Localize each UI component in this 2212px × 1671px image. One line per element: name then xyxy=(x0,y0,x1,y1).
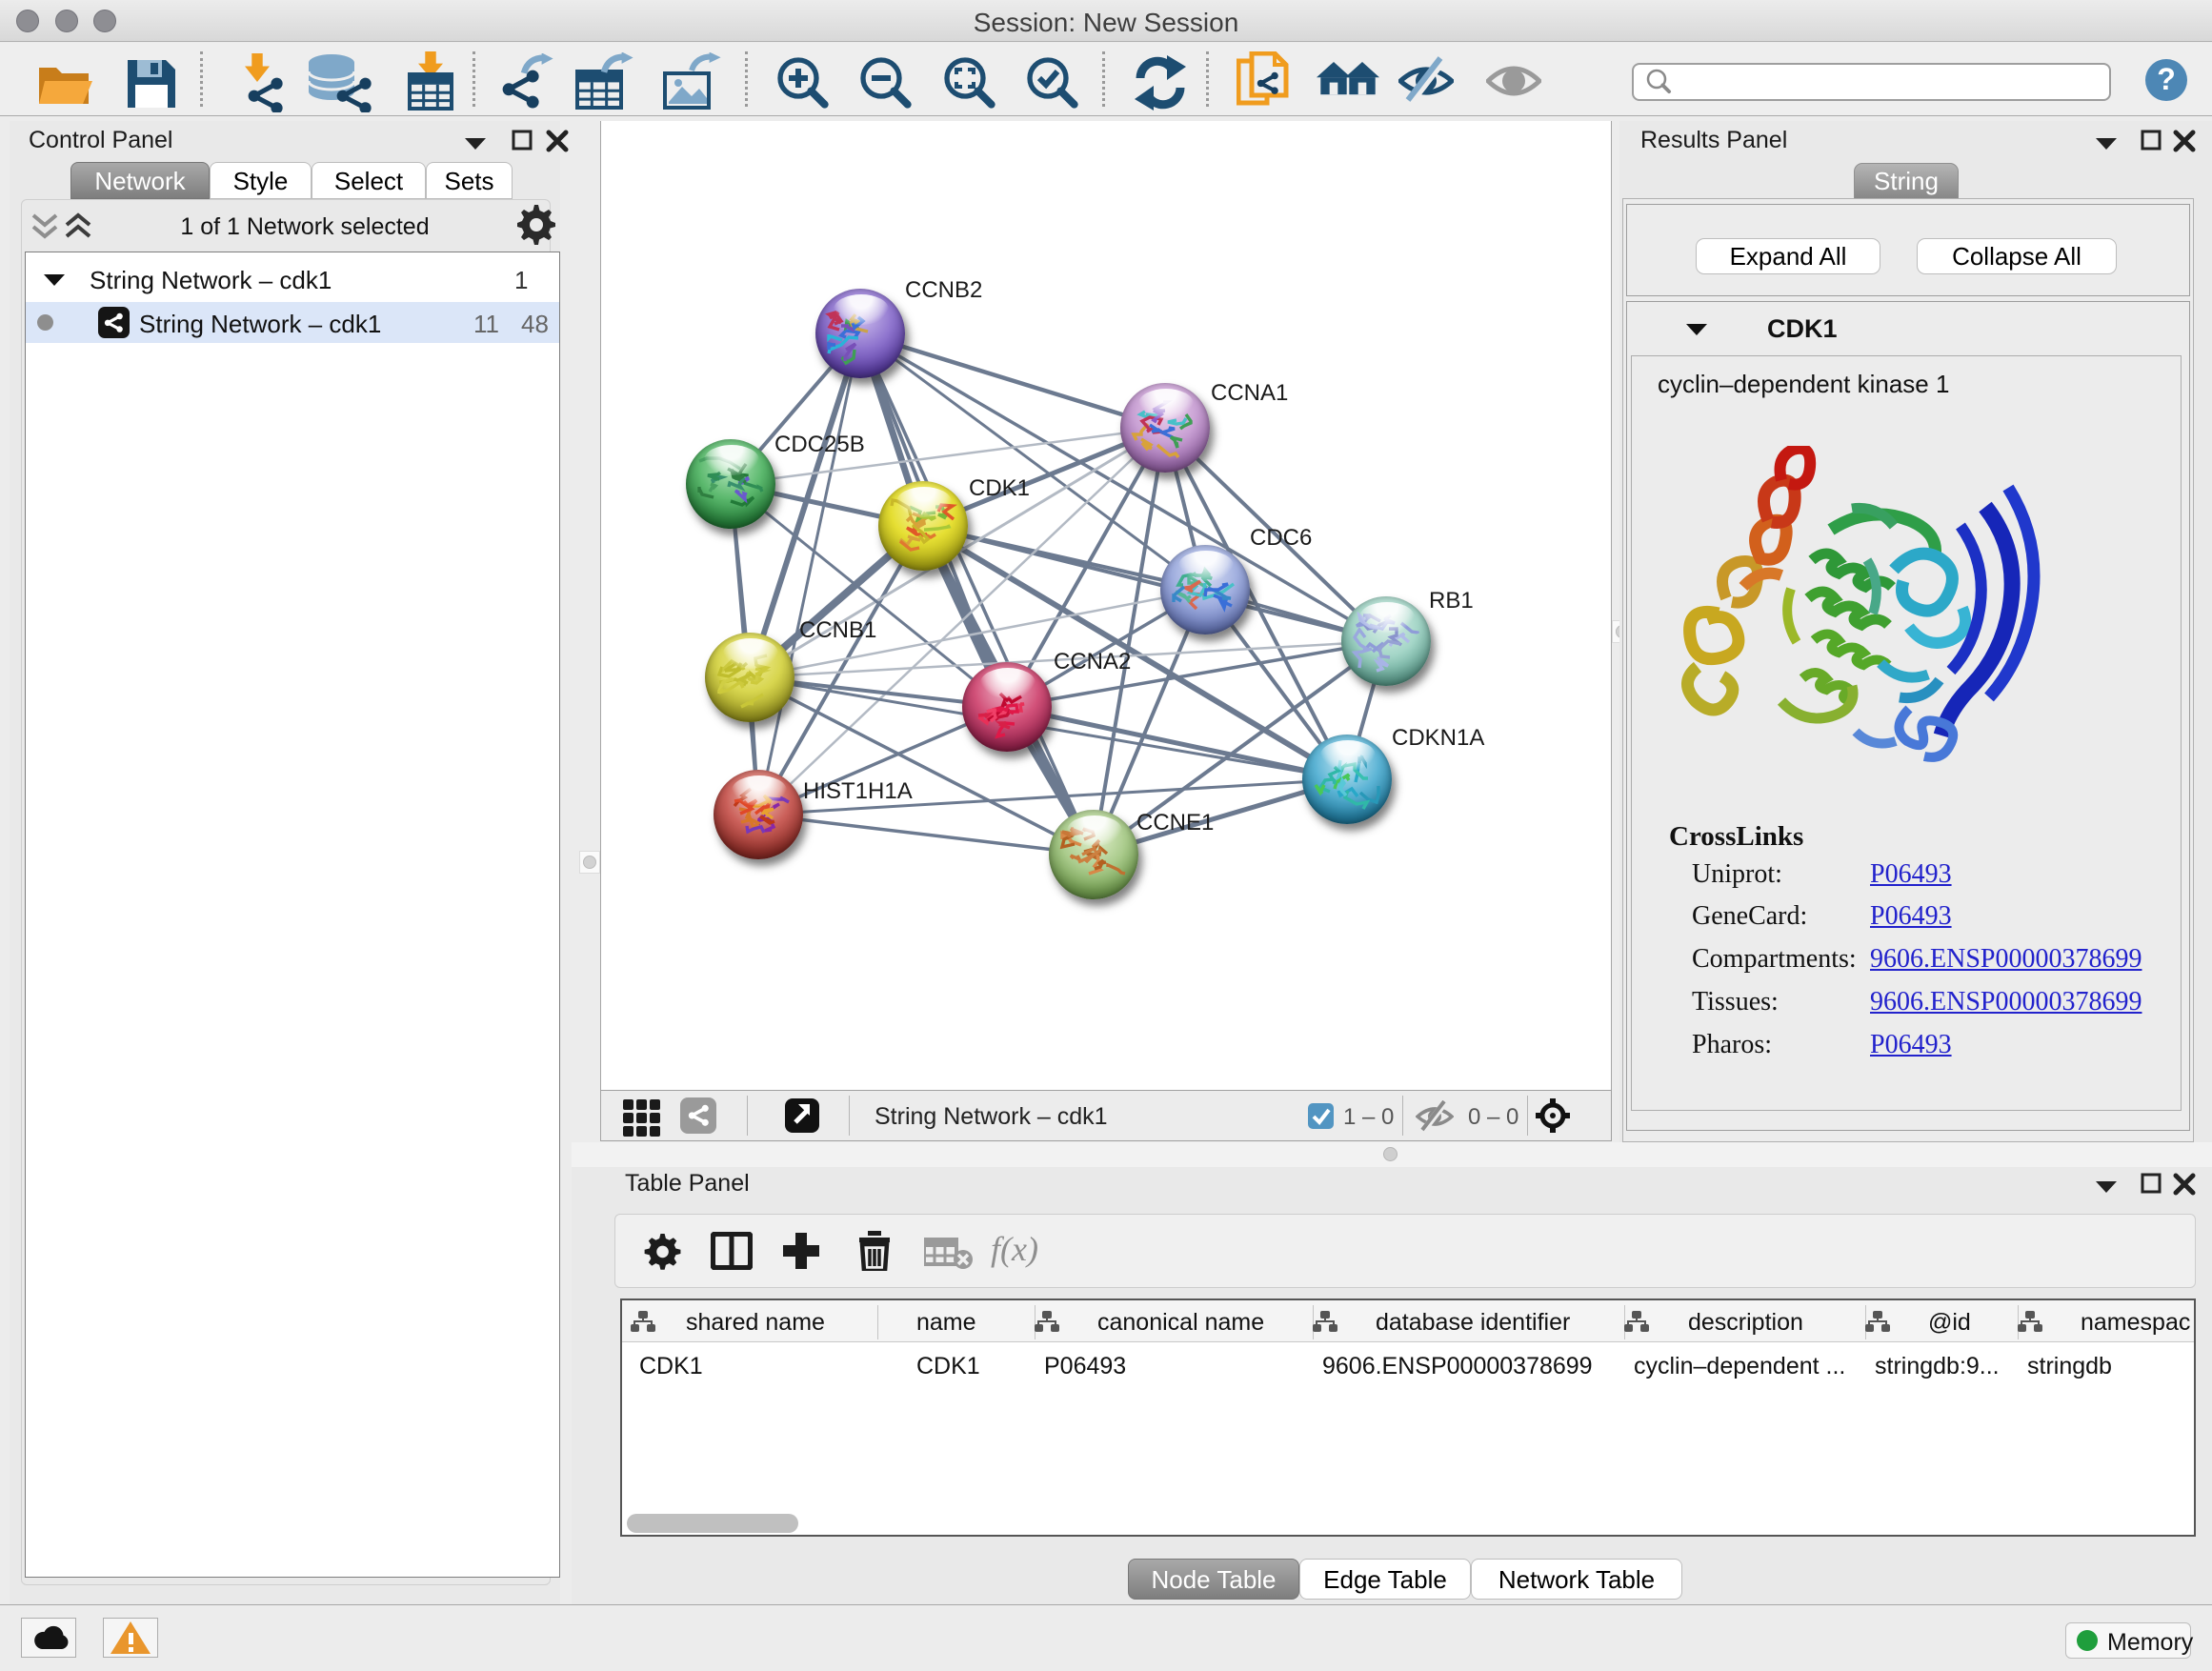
svg-text:?: ? xyxy=(2157,62,2176,96)
